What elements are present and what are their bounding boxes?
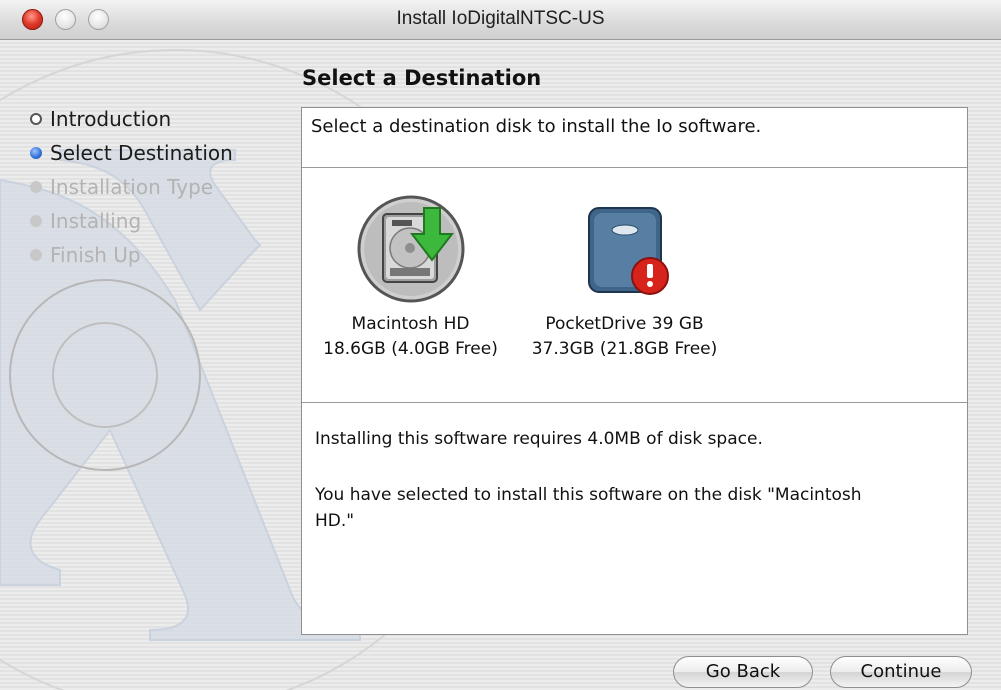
step-bullet-icon	[30, 181, 42, 193]
step-bullet-icon	[30, 147, 42, 159]
selection-message-line: HD."	[315, 511, 355, 531]
step-bullet-icon	[30, 249, 42, 261]
step-label: Finish Up	[50, 243, 141, 267]
destination-panel: Select a destination disk to install the…	[301, 107, 968, 635]
continue-button[interactable]: Continue	[830, 656, 972, 688]
step-installation-type: Installation Type	[30, 173, 233, 207]
step-installing: Installing	[30, 207, 233, 241]
external-drive-warning-icon	[587, 207, 669, 295]
step-label: Installation Type	[50, 175, 214, 199]
installer-window: Install IoDigitalNTSC-US Introduction Se…	[0, 0, 1001, 690]
window-title: Install IoDigitalNTSC-US	[396, 8, 605, 29]
title-bar[interactable]: Install IoDigitalNTSC-US	[0, 0, 1001, 40]
disk-pocketdrive[interactable]: PocketDrive 39 GB 37.3GB (21.8GB Free)	[522, 194, 727, 362]
step-introduction: Introduction	[30, 105, 233, 139]
step-bullet-icon	[30, 215, 42, 227]
installer-steps: Introduction Select Destination Installa…	[30, 105, 233, 275]
step-bullet-icon	[30, 113, 42, 125]
instruction-text: Select a destination disk to install the…	[311, 116, 762, 137]
step-label: Installing	[50, 209, 142, 233]
step-select-destination: Select Destination	[30, 139, 233, 173]
step-finish-up: Finish Up	[30, 241, 233, 275]
disk-name: PocketDrive 39 GB	[545, 314, 704, 334]
divider	[302, 402, 967, 403]
selection-message-line: You have selected to install this softwa…	[315, 485, 862, 505]
divider	[302, 167, 967, 168]
disk-name: Macintosh HD	[351, 314, 470, 334]
disk-macintosh-hd[interactable]: Macintosh HD 18.6GB (4.0GB Free)	[308, 194, 513, 362]
page-title: Select a Destination	[302, 66, 542, 90]
go-back-button[interactable]: Go Back	[673, 656, 813, 688]
step-label: Select Destination	[50, 141, 233, 165]
selection-message: You have selected to install this softwa…	[315, 482, 862, 534]
step-label: Introduction	[50, 107, 172, 131]
disk-size: 18.6GB (4.0GB Free)	[323, 339, 498, 359]
hard-disk-install-icon	[357, 195, 464, 303]
space-required-text: Installing this software requires 4.0MB …	[315, 429, 763, 449]
disk-size: 37.3GB (21.8GB Free)	[531, 339, 718, 359]
